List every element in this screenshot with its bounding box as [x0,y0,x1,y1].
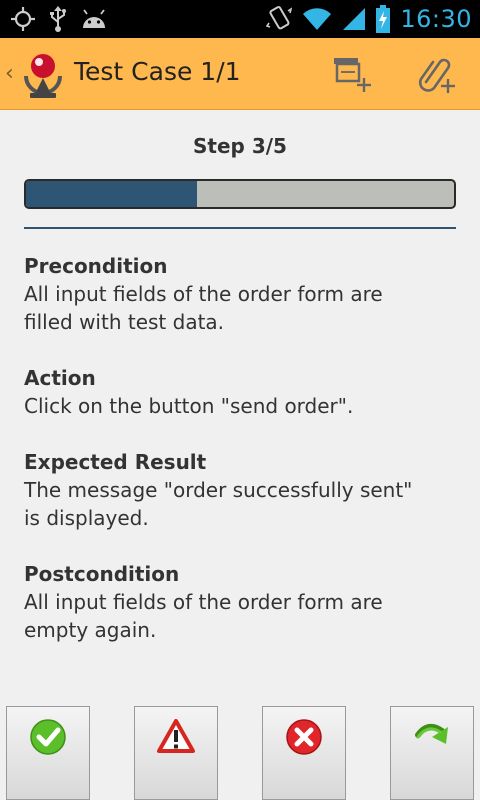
up-caret-icon[interactable]: ‹ [5,61,14,86]
skip-button[interactable] [390,706,474,800]
passed-check-icon [30,719,66,755]
postcondition-text-line: empty again. [24,618,157,642]
warning-icon [157,719,195,753]
expected-result-section: Expected Result The message "order succe… [24,448,464,532]
precondition-heading: Precondition [24,254,168,278]
postcondition-text-line: All input fields of the order form are [24,590,383,614]
android-icon [83,9,105,28]
add-note-icon [334,58,371,92]
expected-result-heading: Expected Result [24,450,207,474]
status-clock: 16:30 [400,5,472,33]
status-bar: 16:30 [0,0,480,38]
pass-button[interactable] [6,706,90,800]
expected-result-text-line: is displayed. [24,506,149,530]
precondition-text-line: All input fields of the order form are [24,282,383,306]
step-progress-fill [26,181,198,207]
skip-arrow-icon [415,723,448,744]
battery-charging-icon [376,5,391,33]
page-title: Test Case 1/1 [74,57,241,86]
app-logo-icon[interactable] [18,48,68,100]
wifi-icon [303,8,332,31]
usb-icon [50,6,66,32]
add-note-button[interactable] [328,52,376,96]
action-section: Action Click on the button "send order". [24,364,464,420]
step-label: Step 3/5 [193,134,287,158]
action-text-line: Click on the button "send order". [24,394,354,418]
failed-x-icon [286,719,322,755]
warning-button[interactable] [134,706,218,800]
vibrate-icon [266,6,293,30]
precondition-text-line: filled with test data. [24,310,225,334]
signal-icon [343,8,366,30]
add-attachment-icon [418,58,455,93]
step-progress-bar [24,179,456,209]
divider [24,227,456,229]
postcondition-section: Postcondition All input fields of the or… [24,560,464,644]
gps-icon [11,7,35,31]
postcondition-heading: Postcondition [24,562,180,586]
precondition-section: Precondition All input fields of the ord… [24,252,464,336]
action-heading: Action [24,366,96,390]
action-bar: ‹ Test Case 1/1 [0,38,480,110]
add-attachment-button[interactable] [412,52,460,96]
fail-button[interactable] [262,706,346,800]
expected-result-text-line: The message "order successfully sent" [24,478,413,502]
